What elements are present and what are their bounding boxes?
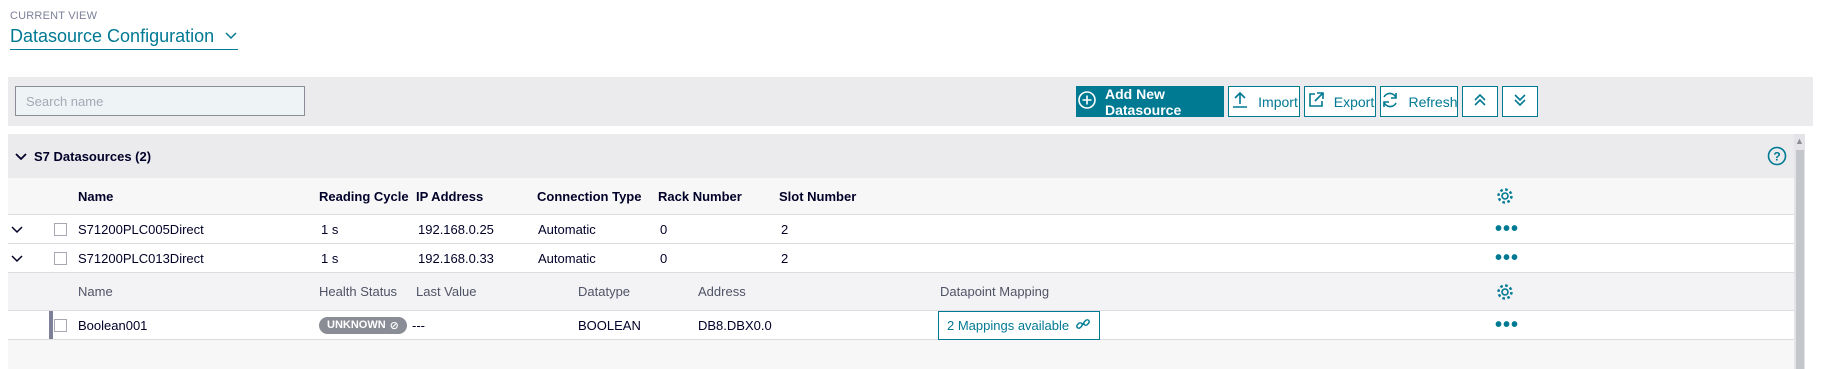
toolbar: Add New Datasource Import Export Refresh bbox=[8, 77, 1813, 126]
more-options-icon[interactable]: ••• bbox=[1495, 244, 1519, 272]
import-button[interactable]: Import bbox=[1228, 86, 1300, 117]
connection-type: Automatic bbox=[538, 250, 596, 266]
datasource-name: S71200PLC005Direct bbox=[78, 221, 204, 237]
export-button[interactable]: Export bbox=[1304, 86, 1376, 117]
row-checkbox[interactable] bbox=[54, 251, 67, 265]
col-name[interactable]: Name bbox=[78, 178, 113, 214]
upload-icon bbox=[1230, 90, 1250, 113]
datapoint-name: Boolean001 bbox=[78, 317, 148, 333]
chevron-down-icon[interactable] bbox=[10, 244, 24, 272]
col-reading-cycle[interactable]: Reading Cycle bbox=[319, 178, 409, 214]
group-title: S7 Datasources (2) bbox=[34, 148, 152, 164]
rack-number: 0 bbox=[660, 250, 668, 266]
last-value: --- bbox=[412, 317, 425, 333]
view-title: Datasource Configuration bbox=[10, 26, 215, 46]
ip-address: 192.168.0.33 bbox=[418, 250, 494, 266]
datapoint-row[interactable]: Boolean001 UNKNOWN ⊘ --- BOOLEAN DB8.DBX… bbox=[8, 310, 1805, 340]
row-checkbox[interactable] bbox=[54, 222, 67, 236]
scroll-up-icon[interactable]: ▲ bbox=[1794, 134, 1805, 148]
row-marker bbox=[49, 311, 53, 339]
gear-icon[interactable] bbox=[1495, 178, 1515, 214]
table-row[interactable]: S71200PLC013Direct 1 s 192.168.0.33 Auto… bbox=[8, 244, 1805, 273]
gear-icon[interactable] bbox=[1495, 273, 1515, 310]
slot-number: 2 bbox=[781, 250, 789, 266]
col-health-status[interactable]: Health Status bbox=[319, 273, 397, 310]
mapping-label: 2 Mappings available bbox=[947, 317, 1070, 333]
svg-text:?: ? bbox=[1773, 150, 1780, 164]
col-slot-number[interactable]: Slot Number bbox=[779, 178, 856, 214]
chevron-down-icon[interactable] bbox=[14, 149, 28, 163]
status-badge-label: UNKNOWN bbox=[327, 319, 386, 331]
more-options-icon[interactable]: ••• bbox=[1495, 311, 1519, 339]
export-label: Export bbox=[1333, 93, 1375, 110]
col-connection-type[interactable]: Connection Type bbox=[537, 178, 641, 214]
group-header[interactable]: S7 Datasources (2) ? bbox=[8, 134, 1805, 178]
datasource-name: S71200PLC013Direct bbox=[78, 250, 204, 266]
ip-address: 192.168.0.25 bbox=[418, 221, 494, 237]
rack-number: 0 bbox=[660, 221, 668, 237]
view-header: CURRENT VIEW Datasource Configuration bbox=[10, 10, 239, 50]
datasource-panel: S7 Datasources (2) ? Name Reading Cycle … bbox=[8, 134, 1805, 369]
mapping-link[interactable]: 2 Mappings available bbox=[938, 310, 1101, 340]
connection-type: Automatic bbox=[538, 221, 596, 237]
col-dp-name[interactable]: Name bbox=[78, 273, 113, 310]
datatype: BOOLEAN bbox=[578, 317, 641, 333]
link-icon bbox=[1075, 316, 1091, 335]
col-datapoint-mapping[interactable]: Datapoint Mapping bbox=[940, 273, 1049, 310]
import-label: Import bbox=[1258, 93, 1298, 110]
refresh-label: Refresh bbox=[1408, 93, 1458, 110]
slot-number: 2 bbox=[781, 221, 789, 237]
double-chevron-down-icon bbox=[1510, 90, 1530, 113]
export-icon bbox=[1306, 90, 1326, 113]
plus-circle-icon bbox=[1077, 90, 1097, 113]
more-options-icon[interactable]: ••• bbox=[1495, 215, 1519, 243]
unknown-status-icon: ⊘ bbox=[389, 319, 399, 332]
reading-cycle: 1 s bbox=[321, 250, 339, 266]
help-icon[interactable]: ? bbox=[1767, 146, 1787, 166]
refresh-icon bbox=[1380, 90, 1400, 113]
double-chevron-up-icon bbox=[1470, 90, 1490, 113]
chevron-down-icon bbox=[224, 26, 238, 47]
col-rack-number[interactable]: Rack Number bbox=[658, 178, 742, 214]
expand-all-button[interactable] bbox=[1502, 86, 1538, 117]
view-selector[interactable]: Datasource Configuration bbox=[10, 26, 239, 50]
view-caption: CURRENT VIEW bbox=[10, 10, 98, 22]
add-datasource-button[interactable]: Add New Datasource bbox=[1076, 85, 1224, 118]
chevron-down-icon[interactable] bbox=[10, 215, 24, 243]
reading-cycle: 1 s bbox=[321, 221, 339, 237]
add-datasource-label: Add New Datasource bbox=[1105, 85, 1182, 118]
table-row[interactable]: S71200PLC005Direct 1 s 192.168.0.25 Auto… bbox=[8, 215, 1805, 244]
status-badge: UNKNOWN ⊘ bbox=[319, 316, 407, 334]
search-input[interactable] bbox=[15, 86, 305, 116]
scrollbar-thumb[interactable] bbox=[1796, 150, 1804, 369]
col-address[interactable]: Address bbox=[698, 273, 746, 310]
table-header: Name Reading Cycle IP Address Connection… bbox=[8, 178, 1805, 215]
row-checkbox[interactable] bbox=[54, 318, 67, 332]
col-ip-address[interactable]: IP Address bbox=[416, 178, 483, 214]
col-last-value[interactable]: Last Value bbox=[416, 273, 476, 310]
collapse-all-button[interactable] bbox=[1462, 86, 1498, 117]
col-datatype[interactable]: Datatype bbox=[578, 273, 630, 310]
datapoint-header: Name Health Status Last Value Datatype A… bbox=[8, 273, 1805, 311]
address: DB8.DBX0.0 bbox=[698, 317, 772, 333]
refresh-button[interactable]: Refresh bbox=[1380, 86, 1458, 117]
